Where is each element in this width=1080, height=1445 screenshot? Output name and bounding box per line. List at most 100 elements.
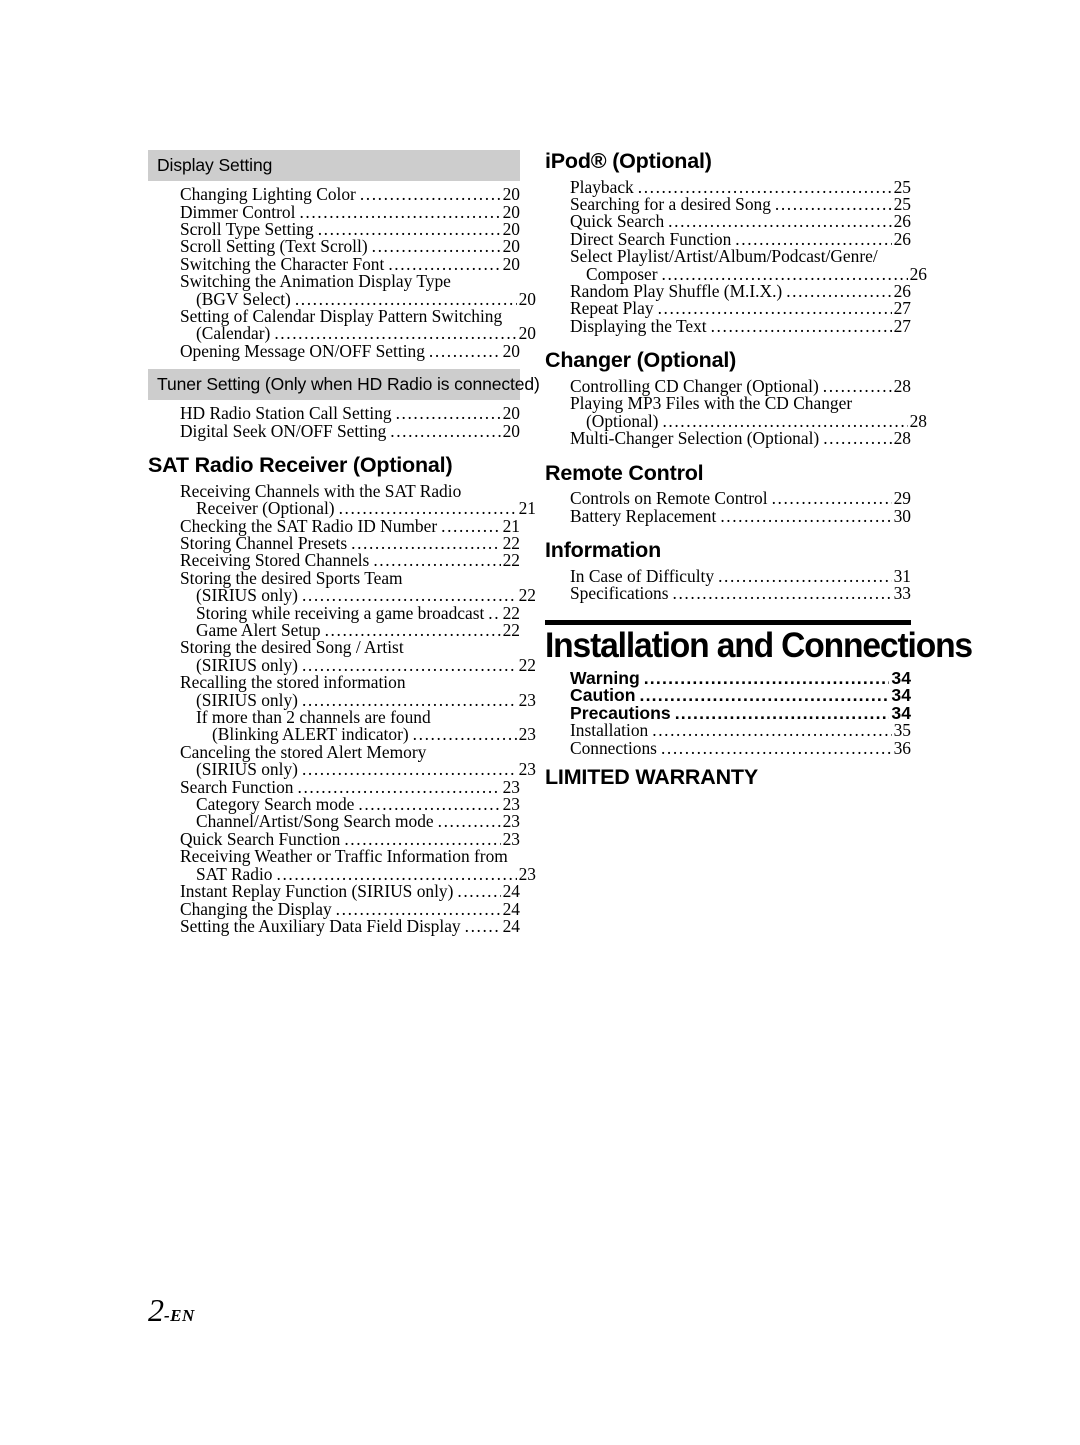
- toc-dot-leader: ........................................…: [718, 567, 892, 586]
- toc-entry-title: Switching the Animation Display Type: [180, 271, 451, 292]
- toc-entry-title: Changing Lighting Color: [180, 184, 356, 205]
- toc-dot-leader: ........................................…: [371, 238, 501, 256]
- toc-entry[interactable]: Specifications..........................…: [570, 583, 911, 604]
- toc-dot-leader: ........................................…: [660, 739, 892, 758]
- toc-entry[interactable]: Receiving Weather or Traffic Information…: [180, 847, 536, 883]
- section-heading-tuner-setting: Tuner Setting (Only when HD Radio is con…: [148, 369, 540, 401]
- toc-entry[interactable]: Storing the desired Song / Artist (SIRIUS…: [180, 639, 536, 674]
- toc-entry[interactable]: Opening Message ON/OFF Setting..........…: [180, 340, 520, 361]
- toc-entry[interactable]: Instant Replay Function (SIRIUS only)...…: [180, 881, 520, 902]
- toc-entry-title: Connections: [570, 737, 657, 758]
- toc-entry[interactable]: Recalling the stored information (SIRIUS …: [180, 673, 536, 709]
- toc-page-number: 29: [893, 488, 911, 509]
- toc-entry-title: Opening Message ON/OFF Setting: [180, 340, 425, 361]
- toc-dot-leader: ........................................…: [412, 726, 517, 744]
- toc-page-number: 30: [893, 505, 911, 526]
- toc-entry-title: Battery Replacement: [570, 505, 717, 526]
- toc-list-ipod: Playback................................…: [545, 178, 927, 336]
- left-column: Display Setting Changing Lighting Color.…: [148, 150, 540, 936]
- toc-dot-leader: ........................................…: [299, 203, 501, 221]
- toc-page-number: 22: [518, 654, 536, 675]
- toc-dot-leader: ........................................…: [464, 917, 501, 936]
- toc-dot-leader: ........................................…: [786, 283, 891, 301]
- toc-dot-leader: ........................................…: [301, 587, 517, 605]
- toc-entry[interactable]: Multi-Changer Selection (Optional)......…: [570, 428, 911, 449]
- toc-page-number: 27: [893, 315, 911, 336]
- toc-entry[interactable]: Controls on Remote Control..............…: [570, 488, 911, 509]
- toc-dot-leader: ........................................…: [643, 669, 890, 688]
- toc-entry-title: Instant Replay Function (SIRIUS only): [180, 881, 454, 902]
- toc-page-number: 26: [909, 263, 927, 284]
- toc-dot-leader: ........................................…: [672, 585, 892, 603]
- toc-page-number: 24: [502, 881, 520, 902]
- toc-dot-leader: ........................................…: [710, 317, 892, 336]
- toc-dot-leader: ........................................…: [488, 604, 501, 623]
- toc-list-information: In Case of Difficulty...................…: [545, 567, 911, 604]
- section-heading-remote-control: Remote Control: [545, 460, 704, 485]
- toc-page-number: 20: [502, 420, 520, 441]
- toc-page-number: 20: [502, 184, 520, 205]
- toc-page-number: 23: [518, 724, 536, 745]
- section-heading-limited-warranty: LIMITED WARRANTY: [545, 765, 758, 790]
- toc-entry-title: Receiver (Optional): [196, 498, 335, 519]
- toc-list-remote-control: Controls on Remote Control..............…: [545, 488, 911, 526]
- toc-dot-leader: ........................................…: [395, 405, 501, 423]
- toc-entry[interactable]: Playing MP3 Files with the CD Changer (Op…: [570, 394, 927, 430]
- toc-page-number: 33: [893, 583, 911, 604]
- toc-dot-leader: ........................................…: [338, 500, 517, 518]
- toc-entry[interactable]: If more than 2 channels are found (Blinki…: [196, 708, 536, 744]
- toc-page-number: 28: [893, 375, 911, 396]
- toc-page-number: 21: [518, 498, 536, 519]
- toc-dot-leader: ........................................…: [639, 687, 890, 705]
- toc-dot-leader: ........................................…: [428, 342, 501, 361]
- toc-entry-title: (SIRIUS only): [196, 585, 298, 606]
- toc-page-number: 22: [502, 620, 520, 641]
- section-heading-information: Information: [545, 538, 662, 563]
- section-heading-changer: Changer (Optional): [545, 348, 737, 373]
- toc-list-changer: Controlling CD Changer (Optional).......…: [545, 375, 927, 449]
- toc-page-number: 28: [909, 410, 927, 431]
- toc-page-number: 24: [502, 915, 520, 936]
- section-heading-sat-radio-receiver: SAT Radio Receiver (Optional): [148, 453, 453, 478]
- toc-page-number: 20: [518, 288, 536, 309]
- toc-dot-leader: ........................................…: [351, 534, 500, 553]
- toc-page-number: 20: [502, 340, 520, 361]
- toc-entry[interactable]: Setting of Calendar Display Pattern Swit…: [180, 307, 536, 343]
- toc-entry[interactable]: Battery Replacement.....................…: [570, 505, 911, 526]
- toc-list-installation: Warning.................................…: [545, 669, 911, 758]
- toc-entry[interactable]: Setting the Auxiliary Data Field Display…: [180, 915, 520, 936]
- toc-dot-leader: ........................................…: [774, 196, 892, 214]
- banner-title-installation-and-connections: Installation and Connections: [545, 626, 973, 666]
- toc-list-tuner-setting: HD Radio Station Call Setting...........…: [148, 404, 520, 441]
- toc-entry-title: Digital Seek ON/OFF Setting: [180, 420, 387, 441]
- toc-dot-leader: ........................................…: [720, 507, 892, 526]
- toc-entry[interactable]: Displaying the Text.....................…: [570, 315, 911, 336]
- toc-list-sat-radio: Receiving Channels with the SAT Radio Rec…: [148, 482, 536, 936]
- toc-dot-leader: ........................................…: [652, 722, 891, 740]
- toc-entry[interactable]: Receiving Channels with the SAT Radio Rec…: [180, 482, 536, 519]
- toc-dot-leader: ........................................…: [359, 186, 501, 204]
- toc-entry[interactable]: Digital Seek ON/OFF Setting.............…: [180, 420, 520, 441]
- toc-dot-leader: ........................................…: [457, 883, 501, 901]
- toc-page-number: 23: [518, 689, 536, 710]
- section-heading-ipod: iPod® (Optional): [545, 149, 712, 173]
- toc-dot-leader: ........................................…: [674, 704, 890, 723]
- toc-page-number: 36: [893, 737, 911, 758]
- page-number-suffix: -EN: [164, 1306, 195, 1325]
- toc-entry-title: Multi-Changer Selection (Optional): [570, 428, 820, 449]
- page-number-value: 2: [148, 1292, 164, 1328]
- toc-page-number: 20: [518, 323, 536, 344]
- toc-entry-title: Specifications: [570, 583, 669, 604]
- manual-table-of-contents-page: Display Setting Changing Lighting Color.…: [0, 0, 1080, 1445]
- toc-entry[interactable]: Select Playlist/Artist/Album/Podcast/Gen…: [570, 247, 927, 283]
- toc-page-number: 23: [518, 863, 536, 884]
- toc-entry[interactable]: Connections.............................…: [570, 737, 911, 758]
- toc-entry[interactable]: Storing the desired Sports Team (SIRIUS o…: [180, 569, 536, 606]
- toc-page-number: 22: [518, 585, 536, 606]
- toc-list-display-setting: Changing Lighting Color.................…: [148, 184, 536, 361]
- toc-dot-leader: ........................................…: [771, 490, 892, 508]
- page-number: 2-EN: [148, 1292, 195, 1329]
- toc-entry[interactable]: Changing Lighting Color.................…: [180, 184, 520, 205]
- toc-entry[interactable]: Canceling the stored Alert Memory (SIRIUS…: [180, 743, 536, 779]
- toc-entry[interactable]: Switching the Animation Display Type (BGV…: [180, 271, 536, 308]
